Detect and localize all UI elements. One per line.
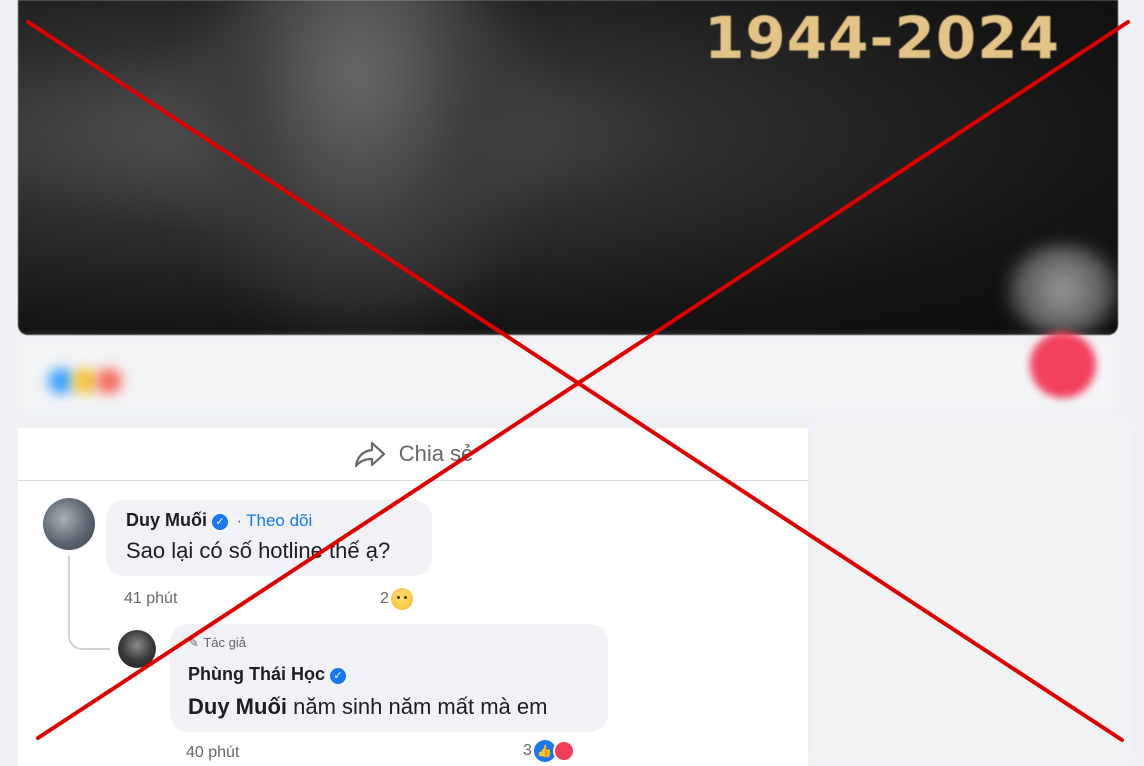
- comment-author-name[interactable]: Duy Muối: [126, 510, 207, 530]
- reaction-count: 2: [380, 590, 389, 607]
- blurred-side-area: [812, 420, 1132, 766]
- comment-text: Sao lại có số hotline thế ạ?: [126, 538, 391, 563]
- screenshot-stage: 1944-2024 Chia sẻ Duy Muối ✓ · Theo dõi Sa…: [0, 0, 1144, 766]
- follow-link[interactable]: Theo dõi: [246, 511, 312, 530]
- mention-link[interactable]: Duy Muối: [188, 694, 287, 719]
- share-label: Chia sẻ: [398, 441, 474, 466]
- reaction-summary-bar: [18, 340, 1118, 410]
- pen-icon: ✎: [188, 635, 199, 650]
- blurred-like-icon: [48, 368, 74, 394]
- verified-badge-icon: ✓: [212, 514, 228, 530]
- post-card: Chia sẻ Duy Muối ✓ · Theo dõi Sao lại có s…: [18, 428, 808, 766]
- comment-bubble: Duy Muối ✓ · Theo dõi Sao lại có số hotlin…: [106, 500, 432, 576]
- verified-badge-icon: ✓: [330, 668, 346, 684]
- portrait-photo: [168, 0, 548, 335]
- blurred-floating-button: [1030, 332, 1096, 398]
- reply-timestamp[interactable]: 40 phút: [186, 744, 239, 762]
- post-image-year-text: 1944-2024: [704, 4, 1060, 72]
- comment-timestamp[interactable]: 41 phút: [124, 590, 177, 608]
- separator-dot: ·: [236, 511, 243, 530]
- sad-emoji-icon: [390, 588, 413, 610]
- blurred-avatar: [1008, 245, 1118, 335]
- reply-author-name[interactable]: Phùng Thái Học: [188, 664, 325, 684]
- care-icon: [552, 740, 575, 762]
- comment-reactions[interactable]: 2: [380, 588, 413, 610]
- reply-reactions[interactable]: 3 👍: [523, 740, 575, 762]
- reply-bubble: ✎ Tác giả Phùng Thái Học ✓ Duy Muối năm s…: [170, 624, 608, 732]
- reply-text: năm sinh năm mất mà em: [287, 694, 548, 719]
- share-action-row[interactable]: Chia sẻ: [18, 428, 808, 481]
- post-image[interactable]: 1944-2024: [18, 0, 1118, 335]
- share-arrow-icon: [353, 439, 387, 469]
- reply-thread-line: [68, 556, 110, 650]
- blurred-love-icon: [96, 368, 122, 394]
- avatar-phung-thai-hoc[interactable]: [118, 630, 156, 668]
- avatar-duy-muoi[interactable]: [43, 498, 95, 550]
- blurred-haha-icon: [72, 368, 98, 394]
- author-tag: Tác giả: [203, 635, 246, 650]
- reaction-count: 3: [523, 742, 532, 759]
